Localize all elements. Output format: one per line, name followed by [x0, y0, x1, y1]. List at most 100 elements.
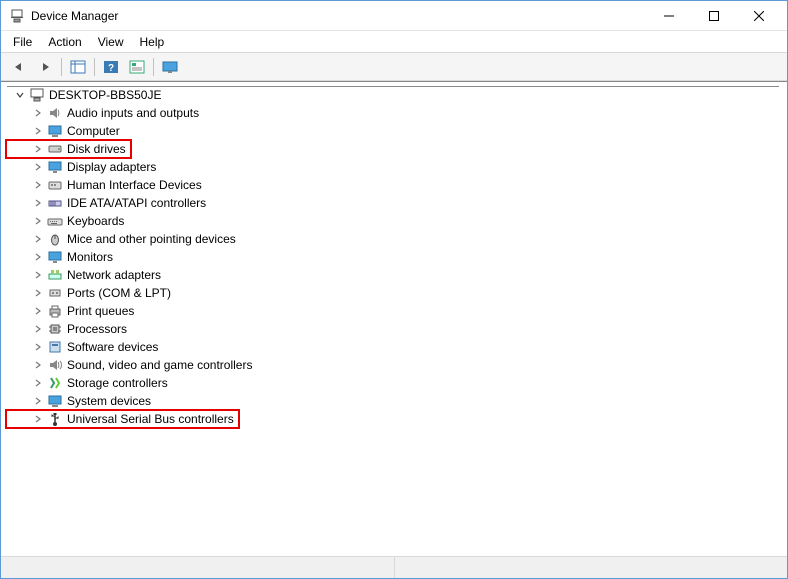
toolbar: ? [1, 53, 787, 81]
tree-root[interactable]: DESKTOP-BBS50JE [7, 86, 787, 104]
network-icon [47, 267, 63, 283]
tree-item-label: Monitors [67, 250, 113, 264]
back-button[interactable] [7, 56, 31, 78]
cpu-icon [47, 321, 63, 337]
chevron-right-icon[interactable] [31, 124, 45, 138]
pc-icon [47, 123, 63, 139]
tree-item-label: Keyboards [67, 214, 124, 228]
storage-icon [47, 375, 63, 391]
tree-item-label: Processors [67, 322, 127, 336]
tree-item[interactable]: Monitors [7, 248, 787, 266]
maximize-button[interactable] [691, 2, 736, 30]
chevron-right-icon[interactable] [31, 214, 45, 228]
chevron-right-icon[interactable] [31, 340, 45, 354]
properties-button[interactable] [125, 56, 149, 78]
window-title: Device Manager [31, 9, 646, 23]
help-square-icon: ? [103, 60, 119, 74]
tree-item-label: Mice and other pointing devices [67, 232, 236, 246]
monitor-icon [162, 60, 178, 74]
tree-item[interactable]: Keyboards [7, 212, 787, 230]
ide-icon [47, 195, 63, 211]
chevron-right-icon[interactable] [31, 106, 45, 120]
device-tree[interactable]: DESKTOP-BBS50JE Audio inputs and outputs… [1, 81, 787, 556]
system-icon [47, 393, 63, 409]
tree-item[interactable]: Universal Serial Bus controllers [7, 410, 787, 428]
tree-item[interactable]: Network adapters [7, 266, 787, 284]
chevron-right-icon[interactable] [31, 196, 45, 210]
tree-item-label: IDE ATA/ATAPI controllers [67, 196, 206, 210]
ports-icon [47, 285, 63, 301]
display-icon [47, 159, 63, 175]
titlebar: Device Manager [1, 1, 787, 31]
tree-item-label: Computer [67, 124, 120, 138]
menu-help[interactable]: Help [132, 33, 173, 51]
arrow-right-icon [37, 60, 53, 74]
show-hide-button[interactable] [66, 56, 90, 78]
tree-item-label: Ports (COM & LPT) [67, 286, 171, 300]
chevron-right-icon[interactable] [31, 304, 45, 318]
menubar: File Action View Help [1, 31, 787, 53]
tree-item[interactable]: Ports (COM & LPT) [7, 284, 787, 302]
chevron-right-icon[interactable] [31, 376, 45, 390]
audio-icon [47, 105, 63, 121]
tree-item-label: Disk drives [67, 142, 126, 156]
chevron-right-icon[interactable] [31, 322, 45, 336]
tree-root-label: DESKTOP-BBS50JE [49, 88, 162, 102]
sound-icon [47, 357, 63, 373]
tree-item-label: Storage controllers [67, 376, 168, 390]
forward-button[interactable] [33, 56, 57, 78]
usb-icon [47, 411, 63, 427]
tree-item-label: Display adapters [67, 160, 156, 174]
close-button[interactable] [736, 2, 781, 30]
minimize-button[interactable] [646, 2, 691, 30]
tree-item-label: Print queues [67, 304, 134, 318]
tree-item[interactable]: System devices [7, 392, 787, 410]
disk-icon [47, 141, 63, 157]
chevron-right-icon[interactable] [31, 286, 45, 300]
tree-item[interactable]: Print queues [7, 302, 787, 320]
chevron-right-icon[interactable] [31, 412, 45, 426]
chevron-right-icon[interactable] [31, 358, 45, 372]
tree-item[interactable]: Software devices [7, 338, 787, 356]
software-icon [47, 339, 63, 355]
tree-item[interactable]: Computer [7, 122, 787, 140]
chevron-down-icon[interactable] [13, 88, 27, 102]
tree-item-label: Human Interface Devices [67, 178, 202, 192]
props-icon [129, 60, 145, 74]
tree-item[interactable]: Processors [7, 320, 787, 338]
tree-item-label: Universal Serial Bus controllers [67, 412, 234, 426]
tree-item[interactable]: Storage controllers [7, 374, 787, 392]
tree-item[interactable]: Human Interface Devices [7, 176, 787, 194]
tree-item[interactable]: Sound, video and game controllers [7, 356, 787, 374]
chevron-right-icon[interactable] [31, 142, 45, 156]
table-icon [70, 60, 86, 74]
tree-item[interactable]: Audio inputs and outputs [7, 104, 787, 122]
monitor-icon [47, 249, 63, 265]
printer-icon [47, 303, 63, 319]
scan-button[interactable] [158, 56, 182, 78]
toolbar-separator [153, 58, 154, 76]
chevron-right-icon[interactable] [31, 394, 45, 408]
tree-item[interactable]: Display adapters [7, 158, 787, 176]
app-icon [9, 8, 25, 24]
chevron-right-icon[interactable] [31, 250, 45, 264]
toolbar-separator [61, 58, 62, 76]
mouse-icon [47, 231, 63, 247]
menu-file[interactable]: File [5, 33, 40, 51]
tree-item-label: Software devices [67, 340, 158, 354]
toolbar-separator [94, 58, 95, 76]
menu-action[interactable]: Action [40, 33, 89, 51]
tree-item-label: System devices [67, 394, 151, 408]
chevron-right-icon[interactable] [31, 232, 45, 246]
svg-text:?: ? [108, 63, 114, 74]
menu-view[interactable]: View [90, 33, 132, 51]
hid-icon [47, 177, 63, 193]
computer-icon [29, 87, 45, 103]
chevron-right-icon[interactable] [31, 160, 45, 174]
tree-item[interactable]: Mice and other pointing devices [7, 230, 787, 248]
chevron-right-icon[interactable] [31, 268, 45, 282]
tree-item[interactable]: IDE ATA/ATAPI controllers [7, 194, 787, 212]
help-button[interactable]: ? [99, 56, 123, 78]
tree-item[interactable]: Disk drives [7, 140, 787, 158]
chevron-right-icon[interactable] [31, 178, 45, 192]
